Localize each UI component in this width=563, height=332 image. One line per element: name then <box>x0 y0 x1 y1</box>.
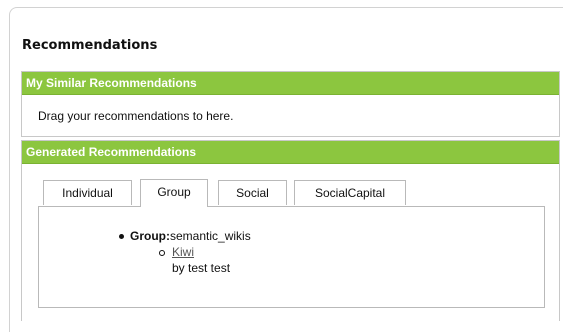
recommendation-author: by test test <box>172 261 231 275</box>
tab-social[interactable]: Social <box>218 180 287 205</box>
generated-recommendations-header: Generated Recommendations <box>22 141 559 164</box>
tab-group[interactable]: Group <box>140 179 208 207</box>
generated-recommendations-box: Generated Recommendations Individual Gro… <box>21 140 560 321</box>
bullet-icon <box>119 234 124 240</box>
recommendation-list-item: Kiwi <box>159 245 194 259</box>
group-list-item: Group:semantic_wikis <box>119 229 251 243</box>
tab-socialcapital[interactable]: SocialCapital <box>294 180 406 205</box>
circle-bullet-icon <box>159 249 165 256</box>
tab-individual[interactable]: Individual <box>43 180 132 205</box>
my-similar-recommendations-box[interactable]: My Similar Recommendations Drag your rec… <box>21 71 560 137</box>
kiwi-link[interactable]: Kiwi <box>172 245 194 259</box>
my-similar-recommendations-header: My Similar Recommendations <box>22 72 559 95</box>
drag-drop-hint: Drag your recommendations to here. <box>38 109 234 123</box>
panel-title: Recommendations <box>22 38 158 53</box>
group-value: semantic_wikis <box>170 229 251 243</box>
group-label: Group: <box>130 229 170 243</box>
group-tab-content: Group:semantic_wikis Kiwi by test test <box>38 206 545 308</box>
